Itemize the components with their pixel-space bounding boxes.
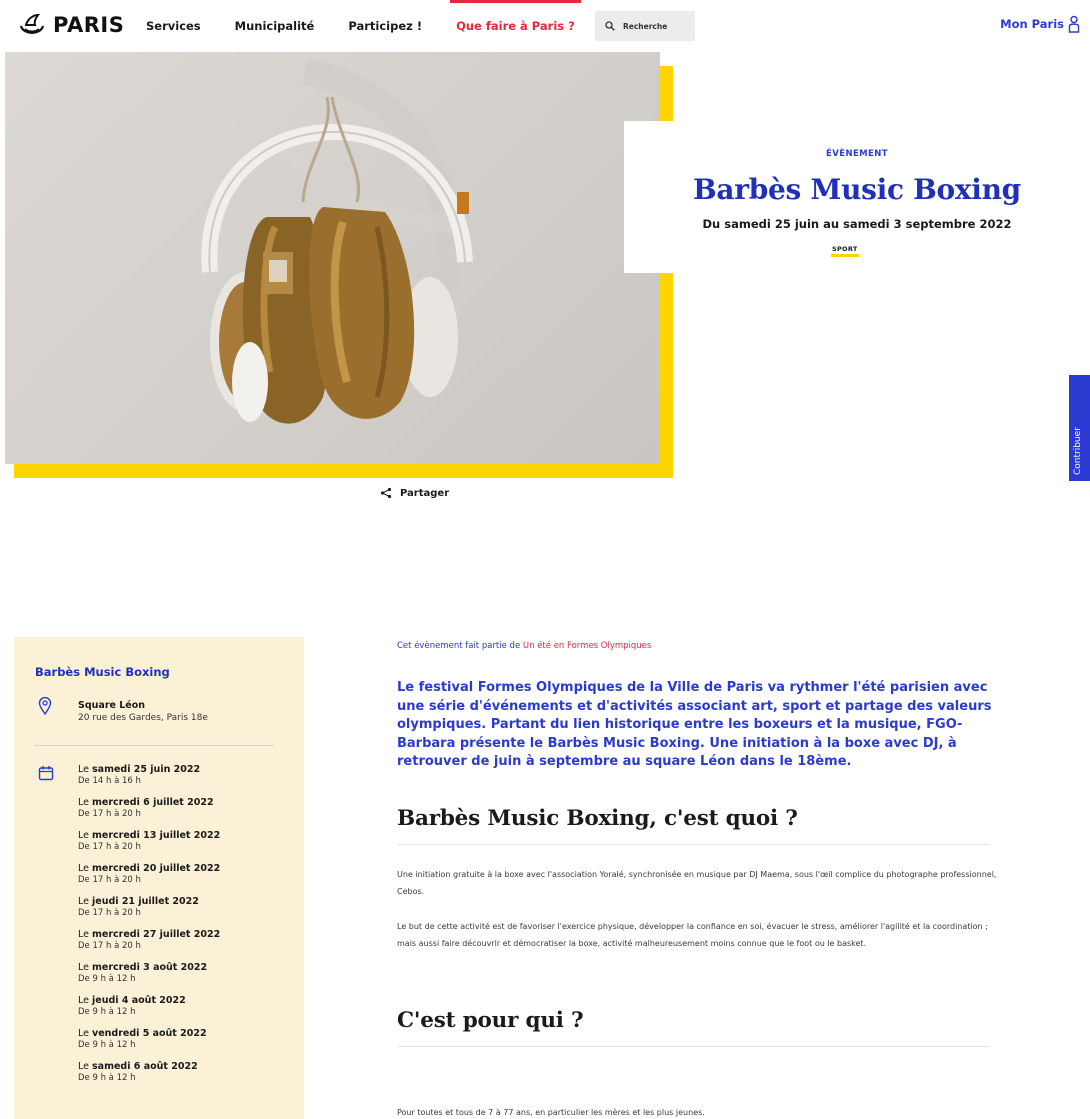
contribute-label: Contribuer — [1073, 427, 1083, 475]
date-item: Le mercredi 6 juillet 2022 De 17 h à 20 … — [78, 797, 220, 830]
event-dates: Du samedi 25 juin au samedi 3 septembre … — [702, 217, 1012, 231]
date-day: mercredi 27 juillet 2022 — [92, 929, 221, 940]
event-kicker: ÉVÈNEMENT — [826, 149, 888, 159]
contribute-tab[interactable]: Contribuer — [1069, 375, 1090, 481]
section-divider — [397, 1046, 990, 1047]
date-day: samedi 25 juin 2022 — [92, 764, 201, 775]
account-link[interactable]: Mon Paris — [1000, 15, 1080, 33]
location-address: 20 rue des Gardes, Paris 18e — [78, 713, 208, 723]
part-of-notice: Cet évènement fait partie de Un été en F… — [397, 641, 651, 651]
search-label: Recherche — [623, 21, 668, 31]
hero-card: ÉVÈNEMENT Barbès Music Boxing Du samedi … — [624, 121, 1090, 273]
date-time: De 9 h à 12 h — [78, 974, 136, 984]
festival-link[interactable]: Un été en Formes Olympiques — [523, 641, 651, 651]
page-title: Barbès Music Boxing — [693, 173, 1021, 206]
logo-text: PARIS — [53, 13, 125, 37]
date-item: Le mercredi 20 juillet 2022 De 17 h à 20… — [78, 863, 221, 885]
user-icon — [1068, 15, 1080, 33]
paris-logo[interactable]: PARIS — [17, 10, 124, 40]
date-time: De 17 h à 20 h — [78, 941, 141, 951]
date-day: mercredi 3 août 2022 — [92, 962, 208, 973]
date-time: De 17 h à 20 h — [78, 908, 141, 918]
account-label: Mon Paris — [1000, 17, 1064, 31]
site-header: PARIS Services Municipalité Participez !… — [0, 0, 1090, 52]
search-icon — [605, 21, 615, 31]
date-day: mercredi 6 juillet 2022 — [92, 797, 214, 808]
share-button[interactable]: Partager — [380, 487, 449, 499]
nav-item-municipalite[interactable]: Municipalité — [235, 0, 315, 52]
date-time: De 17 h à 20 h — [78, 842, 141, 852]
part-of-prefix: Cet évènement fait partie de — [397, 641, 523, 651]
date-item: Le jeudi 4 août 2022 De 9 h à 12 h — [78, 995, 220, 1028]
date-list: Le samedi 25 juin 2022 De 14 h à 16 h Le… — [78, 764, 220, 1094]
date-item: Le mercredi 13 juillet 2022 De 17 h à 20… — [78, 830, 221, 852]
category-tag[interactable]: SPORT — [831, 245, 859, 257]
main-nav: Services Municipalité Participez ! Que f… — [146, 0, 609, 52]
paris-ship-icon — [19, 13, 45, 34]
date-item: Le mercredi 3 août 2022 De 9 h à 12 h — [78, 962, 220, 995]
section-divider — [397, 844, 990, 845]
date-time: De 17 h à 20 h — [78, 809, 141, 819]
section-heading-what: Barbès Music Boxing, c'est quoi ? — [397, 806, 798, 831]
calendar-icon — [38, 766, 54, 781]
location-pin-icon — [38, 697, 52, 715]
paragraph: Le but de cette activité est de favorise… — [397, 922, 988, 948]
date-day: mercredi 13 juillet 2022 — [92, 830, 221, 841]
date-item: Le mercredi 27 juillet 2022 De 17 h à 20… — [78, 929, 221, 951]
event-info-sidebar: Barbès Music Boxing Square Léon 20 rue d… — [14, 637, 304, 1119]
date-time: De 9 h à 12 h — [78, 1073, 136, 1083]
sidebar-title: Barbès Music Boxing — [35, 665, 170, 679]
location-name: Square Léon — [78, 700, 146, 711]
date-day: jeudi 4 août 2022 — [92, 995, 186, 1006]
hero-image — [5, 52, 660, 464]
nav-item-services[interactable]: Services — [146, 0, 201, 52]
date-day: jeudi 21 juillet 2022 — [92, 896, 199, 907]
boxing-gloves-illustration — [201, 52, 473, 424]
date-time: De 14 h à 16 h — [78, 776, 141, 786]
date-item: Le jeudi 21 juillet 2022 De 17 h à 20 h — [78, 896, 220, 929]
date-item: Le samedi 6 août 2022 De 9 h à 12 h — [78, 1061, 220, 1094]
share-icon — [380, 487, 392, 499]
date-day: mercredi 20 juillet 2022 — [92, 863, 221, 874]
date-item: Le samedi 25 juin 2022 De 14 h à 16 h — [78, 764, 220, 797]
date-day: vendredi 5 août 2022 — [92, 1028, 207, 1039]
date-day: samedi 6 août 2022 — [92, 1061, 198, 1072]
sidebar-divider — [34, 745, 274, 746]
nav-item-participez[interactable]: Participez ! — [348, 0, 422, 52]
paragraph: Une initiation gratuite à la boxe avec l… — [397, 870, 997, 896]
paragraph: Pour toutes et tous de 7 à 77 ans, en pa… — [397, 1108, 705, 1117]
nav-item-que-faire[interactable]: Que faire à Paris ? — [450, 0, 581, 52]
share-label: Partager — [400, 487, 450, 499]
date-time: De 9 h à 12 h — [78, 1007, 136, 1017]
date-item: Le vendredi 5 août 2022 De 9 h à 12 h — [78, 1028, 220, 1061]
search-button[interactable]: Recherche — [595, 11, 695, 41]
section-heading-who: C'est pour qui ? — [397, 1008, 584, 1033]
date-time: De 9 h à 12 h — [78, 1040, 136, 1050]
date-time: De 17 h à 20 h — [78, 875, 141, 885]
lead-paragraph: Le festival Formes Olympiques de la Vill… — [397, 680, 992, 769]
